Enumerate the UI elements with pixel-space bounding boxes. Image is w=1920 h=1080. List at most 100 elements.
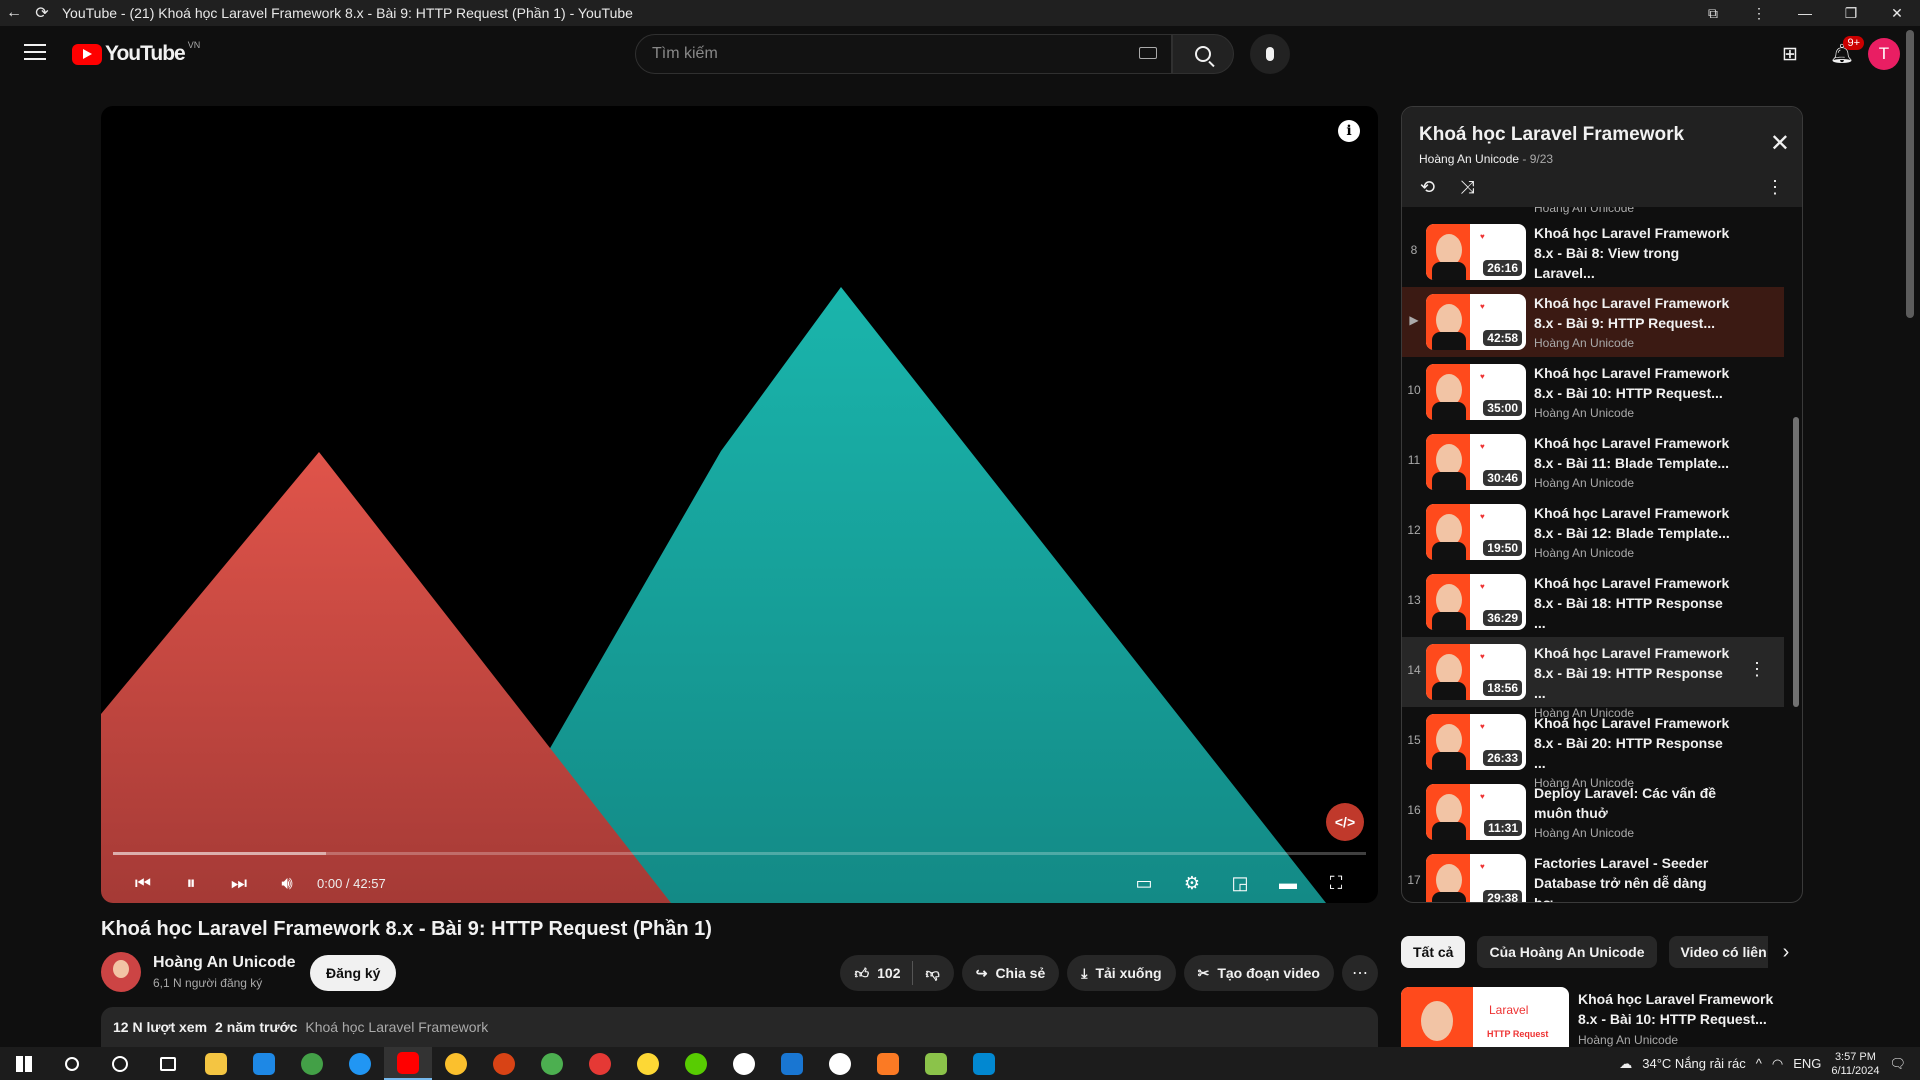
loop-icon[interactable]: ⟲ [1420,177,1435,198]
extensions-icon[interactable]: ⧉ [1690,0,1736,26]
vscode-icon[interactable] [240,1047,288,1080]
youtube-logo[interactable]: YouTube VN [72,40,200,66]
maximize-button[interactable]: ❐ [1828,0,1874,26]
reload-icon[interactable]: ⟳ [28,0,56,26]
notification-center-icon[interactable]: 🗨 [1889,1056,1906,1072]
menu-icon[interactable]: ⋮ [1736,0,1782,26]
dislike-icon[interactable]: 👎︎ [925,965,939,982]
playlist-item-thumbnail[interactable]: ♥ 19:50 [1426,504,1526,560]
theater-mode-icon[interactable]: ▬ [1264,863,1312,903]
playlist-item[interactable]: 14 ♥ 18:56 Khoá học Laravel Framework 8.x -… [1402,637,1784,720]
search-input[interactable]: Tìm kiếm [635,34,1172,74]
previous-icon[interactable]: ⏮ [119,863,167,903]
language-indicator[interactable]: ENG [1793,1056,1821,1071]
playlist-item[interactable]: 11 ♥ 30:46 Khoá học Laravel Framework 8.x -… [1402,427,1784,497]
playlist-item[interactable]: 10 ♥ 35:00 Khoá học Laravel Framework 8.x -… [1402,357,1784,427]
channel-name[interactable]: Hoàng An Unicode [153,954,296,972]
like-count[interactable]: 102 [877,965,900,981]
progress-bar[interactable] [113,852,1366,855]
notifications-bell-icon[interactable]: 🔔︎ 9+ [1822,34,1864,74]
playlist-item[interactable]: 12 ♥ 19:50 Khoá học Laravel Framework 8.x -… [1402,497,1784,567]
playlist-item[interactable]: 8 ♥ 26:16 Khoá học Laravel Framework 8.x - … [1402,217,1784,300]
download-button[interactable]: ⤓ Tải xuống [1067,955,1176,991]
recommendation-thumbnail[interactable]: Laravel HTTP Request [1401,987,1569,1047]
playlist-item-thumbnail[interactable]: ♥ 18:56 [1426,644,1526,700]
playlist-item[interactable]: ▶ ♥ 42:58 Khoá học Laravel Framework 8.x - … [1402,287,1784,357]
more-actions-icon[interactable]: ⋯ [1342,955,1378,991]
app-icon-green[interactable] [288,1047,336,1080]
playlist-item-thumbnail[interactable]: ♥ 29:38 [1426,854,1526,902]
video-player[interactable]: i </> ⏮ ⏸ ⏭ 🔊︎ 0:00 / 42:57 ▭ ⚙ ◲ ▬ ⛶ [101,106,1378,903]
minimize-button[interactable]: — [1782,0,1828,26]
cortana-icon[interactable] [96,1047,144,1080]
share-button[interactable]: ↪ Chia sẻ [961,955,1060,991]
description-tag[interactable]: Khoá học Laravel Framework [305,1019,488,1035]
settings-gear-icon[interactable]: ⚙ [1168,863,1216,903]
playlist-item-thumbnail[interactable]: ♥ 30:46 [1426,434,1526,490]
chat-app-icon[interactable] [912,1047,960,1080]
playlist-item[interactable]: 15 ♥ 26:33 Khoá học Laravel Framework 8.x -… [1402,707,1784,790]
weather-text[interactable]: 34°C Nắng rải rác [1642,1056,1745,1071]
like-icon[interactable]: 👍︎ [854,965,869,982]
volume-icon[interactable]: 🔊︎ [263,863,311,903]
back-icon[interactable]: ← [0,0,28,26]
keyboard-icon[interactable] [1139,47,1157,59]
playlist-item-thumbnail[interactable]: ♥ 42:58 [1426,294,1526,350]
vscode-2-icon[interactable] [960,1047,1008,1080]
filter-chip[interactable]: Tất cả [1401,936,1466,968]
create-video-icon[interactable]: ⊞ [1770,34,1810,74]
chrome-profile-3-icon[interactable] [624,1047,672,1080]
close-window-button[interactable]: ✕ [1874,0,1920,26]
item-more-icon[interactable]: ⋮ [1748,659,1766,680]
clip-button[interactable]: ✂ Tạo đoạn video [1183,955,1334,991]
file-explorer-icon[interactable] [192,1047,240,1080]
playlist-title[interactable]: Khoá học Laravel Framework [1419,124,1684,146]
playlist-item[interactable]: 13 ♥ 36:29 Khoá học Laravel Framework 8.x -… [1402,567,1784,650]
info-icon[interactable]: i [1338,120,1360,142]
playlist-scrollbar[interactable] [1793,417,1799,707]
subtitles-icon[interactable]: ▭ [1120,863,1168,903]
filter-chip[interactable]: Của Hoàng An Unicode [1477,936,1657,968]
task-view-icon[interactable] [144,1047,192,1080]
recommendation-title[interactable]: Khoá học Laravel Framework 8.x - Bài 10:… [1578,989,1793,1029]
playlist-item-thumbnail[interactable]: ♥ 26:16 [1426,224,1526,280]
search-taskbar-icon[interactable] [48,1047,96,1080]
playlist-item-thumbnail[interactable]: ♥ 35:00 [1426,364,1526,420]
search-button[interactable] [1172,34,1234,74]
powerpoint-icon[interactable] [480,1047,528,1080]
playlist-item[interactable]: 16 ♥ 11:31 Deploy Laravel: Các vấn đề muôn … [1402,777,1784,847]
fullscreen-icon[interactable]: ⛶ [1312,863,1360,903]
xampp-icon[interactable] [864,1047,912,1080]
chevron-up-icon[interactable]: ^ [1756,1056,1762,1071]
close-icon[interactable]: ✕ [1770,129,1790,158]
page-scrollbar[interactable] [1906,30,1914,318]
windows-start-icon[interactable] [0,1047,48,1080]
next-icon[interactable]: ⏭ [215,863,263,903]
voice-search-button[interactable] [1250,34,1290,74]
mongodb-icon[interactable] [816,1047,864,1080]
duolingo-icon[interactable] [672,1047,720,1080]
account-avatar[interactable]: T [1868,38,1900,70]
edge-icon[interactable] [336,1047,384,1080]
recommendation-item[interactable]: Laravel HTTP Request Khoá học Laravel Fr… [1401,987,1803,1047]
chrome-icon[interactable] [432,1047,480,1080]
playlist-item-thumbnail[interactable]: ♥ 36:29 [1426,574,1526,630]
teamviewer-icon[interactable] [768,1047,816,1080]
zalo-icon[interactable] [720,1047,768,1080]
chevron-right-icon[interactable]: › [1768,936,1804,968]
playlist-item[interactable]: 17 ♥ 29:38 Factories Laravel - Seeder Datab… [1402,847,1784,902]
chrome-profile-2-icon[interactable] [576,1047,624,1080]
miniplayer-icon[interactable]: ◲ [1216,863,1264,903]
shuffle-icon[interactable]: ⤨ [1460,177,1474,198]
playlist-item-thumbnail[interactable]: ♥ 11:31 [1426,784,1526,840]
pause-icon[interactable]: ⏸ [167,863,215,903]
playlist-item-thumbnail[interactable]: ♥ 26:33 [1426,714,1526,770]
chrome-profile-icon[interactable] [528,1047,576,1080]
menu-hamburger-icon[interactable] [24,44,46,60]
clock[interactable]: 3:57 PM 6/11/2024 [1831,1050,1879,1078]
playlist-owner[interactable]: Hoàng An Unicode [1419,152,1519,166]
description-box[interactable]: 12 N lượt xem 2 năm trước Khoá học Laravel… [101,1007,1378,1047]
channel-avatar[interactable] [101,952,141,992]
wifi-icon[interactable]: ◠ [1772,1056,1783,1072]
weather-icon[interactable]: ☁ [1619,1056,1632,1072]
